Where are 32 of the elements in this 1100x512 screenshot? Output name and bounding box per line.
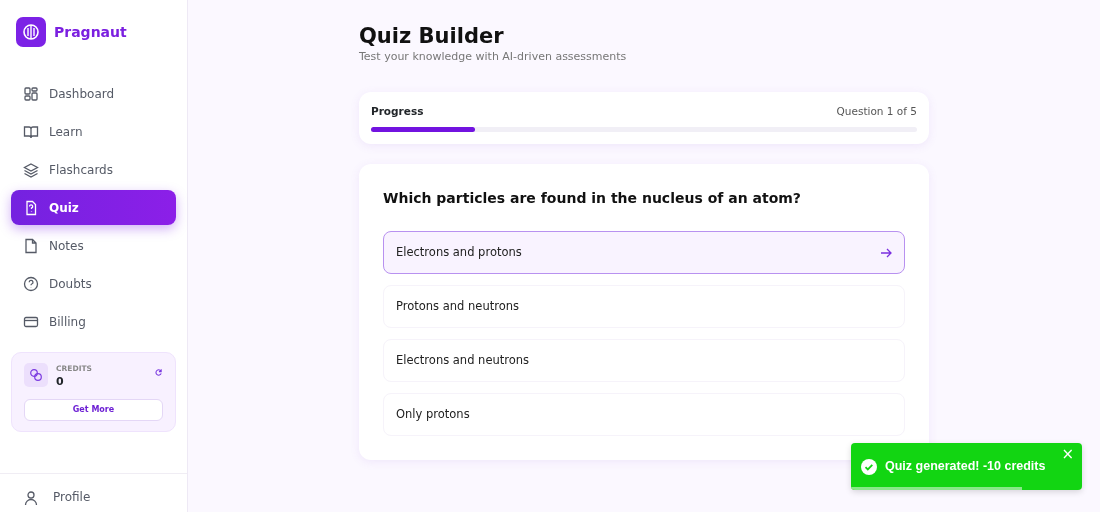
- sidebar-item[interactable]: Doubts: [11, 266, 176, 301]
- sidebar-item[interactable]: Billing: [11, 304, 176, 339]
- layers-icon: [23, 161, 39, 178]
- answer-option[interactable]: Electrons and protons: [383, 231, 905, 275]
- sidebar-item[interactable]: Learn: [11, 114, 176, 149]
- check-circle-icon: [861, 457, 877, 476]
- sidebar-item[interactable]: Quiz: [11, 190, 176, 225]
- brain-logo-icon: [16, 17, 46, 47]
- coins-icon: [24, 363, 48, 387]
- dashboard-grid-icon: [23, 85, 39, 102]
- question-text: Which particles are found in the nucleus of an atom?: [383, 189, 802, 209]
- answer-option[interactable]: Electrons and neutrons: [383, 339, 905, 383]
- question-file-icon: [23, 199, 39, 216]
- question-counter: Question 1 of 5: [836, 103, 917, 119]
- answer-option[interactable]: Only protons: [383, 393, 905, 437]
- brand-name: Pragnaut: [54, 22, 127, 42]
- credits-value: 0: [56, 374, 65, 391]
- page-subtitle: Test your knowledge with AI-driven assessments: [359, 49, 628, 66]
- help-icon: [23, 275, 39, 292]
- answer-option[interactable]: Protons and neutrons: [383, 285, 905, 329]
- get-more-button[interactable]: Get More: [24, 398, 163, 421]
- sidebar-item[interactable]: Dashboard: [11, 76, 176, 111]
- sidebar-item[interactable]: Flashcards: [11, 152, 176, 187]
- sidebar-item[interactable]: Notes: [11, 228, 176, 263]
- arrow-right-icon: [880, 246, 892, 259]
- open-book-icon: [23, 123, 39, 140]
- profile-link[interactable]: Profile: [53, 488, 91, 506]
- progress-label: Progress: [371, 103, 424, 119]
- user-icon: [23, 488, 39, 506]
- page-title: Quiz Builder: [359, 24, 505, 50]
- toast-message: Quiz generated! -10 credits: [885, 458, 1046, 475]
- document-icon: [23, 237, 39, 254]
